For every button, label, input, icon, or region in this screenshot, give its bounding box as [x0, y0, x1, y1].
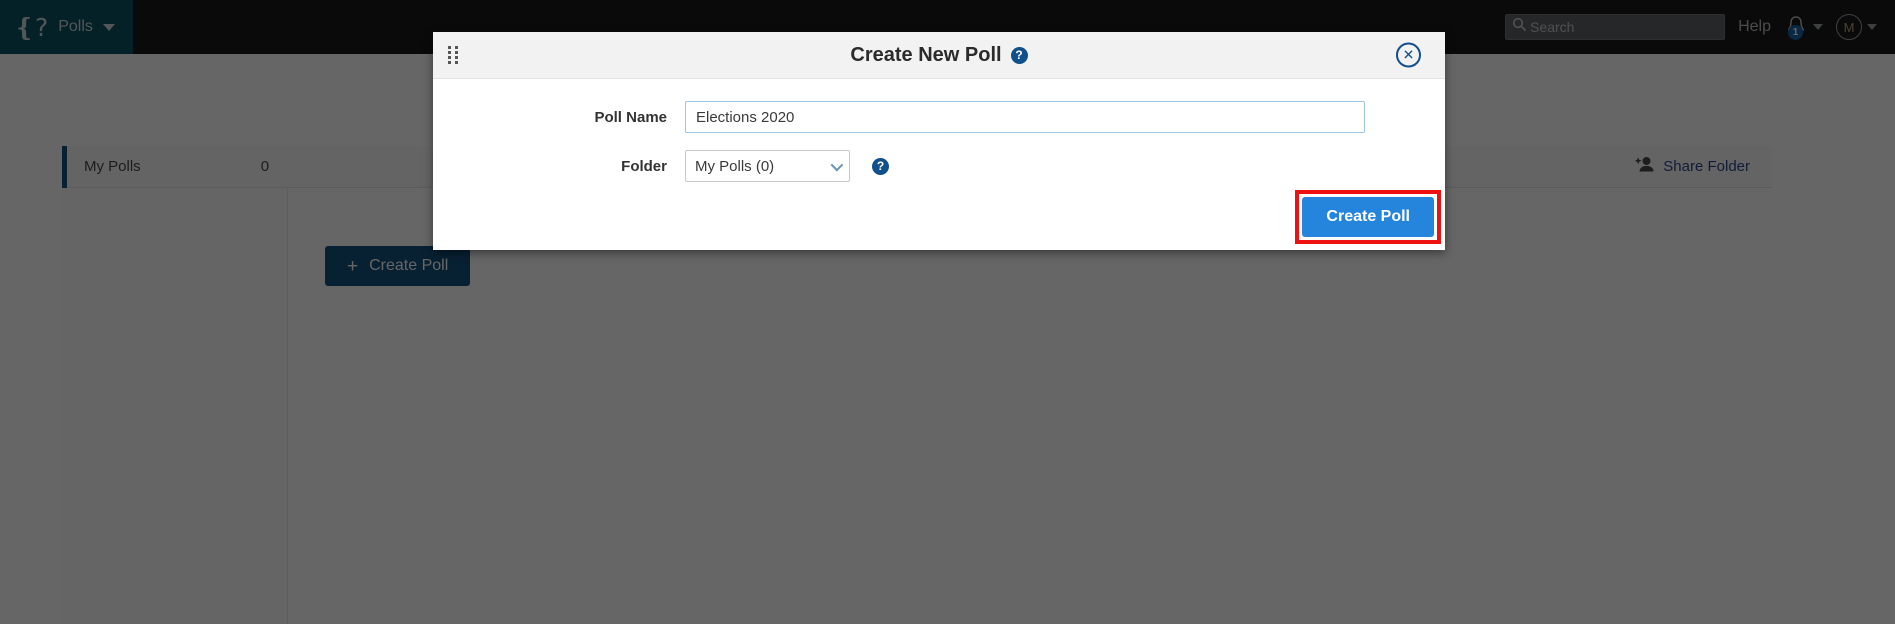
- create-poll-submit-button[interactable]: Create Poll: [1302, 197, 1434, 237]
- chevron-down-icon: [830, 158, 844, 171]
- dialog-footer: Create Poll: [433, 182, 1445, 250]
- folder-label: Folder: [621, 157, 667, 175]
- folder-help-circle-icon[interactable]: ?: [872, 157, 889, 175]
- poll-name-label: Poll Name: [594, 108, 667, 126]
- create-new-poll-dialog: Create New Poll ? ✕ Poll Name Folder My …: [433, 32, 1445, 250]
- dialog-title-text: Create New Poll: [850, 43, 1002, 66]
- drag-handle-icon[interactable]: [448, 46, 459, 65]
- help-circle-icon[interactable]: ?: [1010, 46, 1028, 64]
- folder-row: Folder My Polls (0) ?: [433, 150, 1445, 182]
- dialog-header: Create New Poll ? ✕: [433, 32, 1445, 79]
- poll-name-row: Poll Name: [433, 101, 1445, 133]
- folder-select-value: My Polls (0): [695, 157, 775, 175]
- app-root: My Polls 0 Share Folder + Create Poll Th…: [0, 0, 1895, 624]
- create-poll-highlight-ring: Create Poll: [1295, 190, 1441, 244]
- close-circle-icon[interactable]: ✕: [1396, 42, 1421, 68]
- dialog-body: Poll Name Folder My Polls (0) ?: [433, 79, 1445, 182]
- folder-select[interactable]: My Polls (0): [685, 150, 850, 182]
- poll-name-input[interactable]: [685, 101, 1365, 133]
- dialog-title: Create New Poll ?: [850, 43, 1028, 67]
